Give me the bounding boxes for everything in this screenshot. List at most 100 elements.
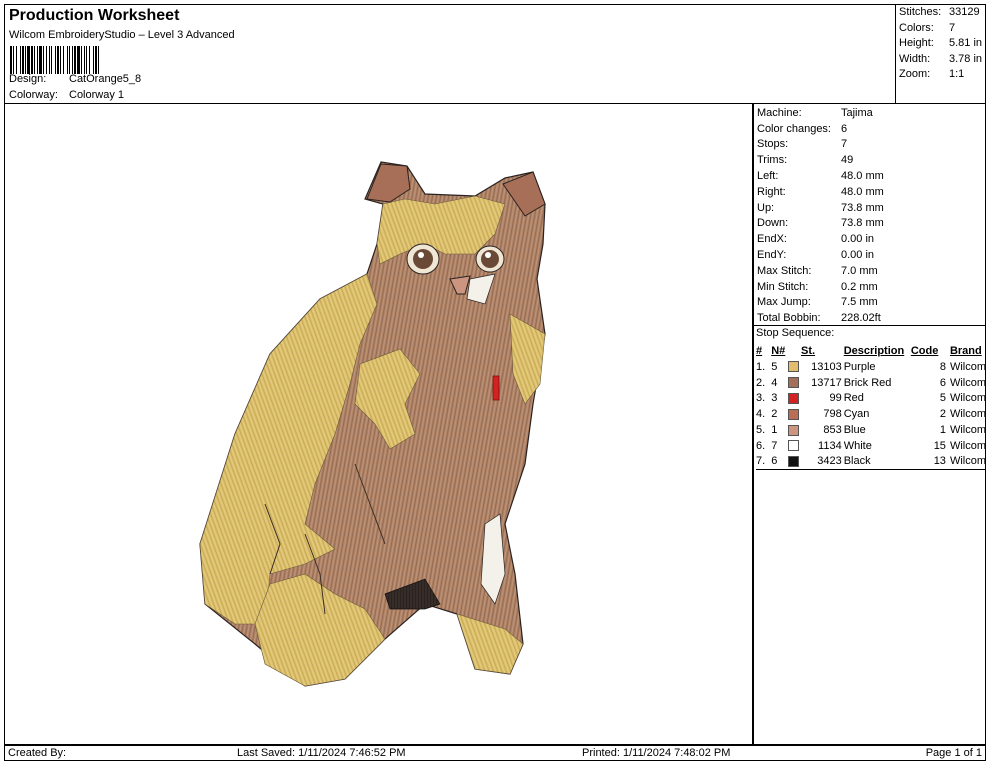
machine-label: Color changes:	[757, 122, 831, 135]
worksheet-header: Production Worksheet Wilcom EmbroiderySt…	[4, 4, 896, 104]
row-needle-cell: 4	[771, 375, 801, 391]
summary-row: Stitches: 33129	[899, 6, 985, 22]
machine-info: Machine: Tajima Color changes: 6 Stops: 7 T…	[754, 104, 985, 326]
machine-label: Left:	[757, 170, 779, 183]
machine-value: 228.02ft	[841, 312, 881, 325]
design-label: Design:	[9, 73, 47, 85]
summary-label: Colors:	[899, 21, 934, 34]
machine-value: 0.00 in	[841, 249, 875, 262]
machine-value: 48.0 mm	[841, 185, 884, 198]
row-needle: 2	[771, 408, 778, 421]
machine-label: Machine:	[757, 106, 802, 119]
table-row: 3. 3 99 Red 5 Wilcom	[756, 391, 986, 407]
row-index: 2.	[756, 376, 766, 389]
row-code: 8	[939, 360, 946, 373]
summary-label: Height:	[899, 37, 934, 50]
row-stitches: 13103	[811, 360, 842, 373]
row-description: White	[843, 439, 872, 452]
production-worksheet: Production Worksheet Wilcom EmbroiderySt…	[0, 0, 990, 762]
row-needle-cell: 6	[771, 454, 801, 470]
summary-row: Colors: 7	[899, 22, 985, 38]
row-code: 13	[933, 455, 946, 468]
row-stitches: 99	[829, 392, 842, 405]
machine-value: 7.0 mm	[841, 264, 878, 277]
row-brand: Wilcom	[949, 439, 986, 452]
summary-row: Width: 3.78 in	[899, 53, 985, 69]
color-swatch	[788, 393, 800, 405]
row-needle-cell: 7	[771, 438, 801, 454]
page-number: Page 1 of 1	[925, 747, 982, 759]
machine-value: 7.5 mm	[841, 296, 878, 309]
machine-row: Down: 73.8 mm	[757, 216, 985, 232]
machine-value: 7	[841, 138, 848, 151]
row-needle: 3	[771, 392, 778, 405]
row-brand: Wilcom	[949, 376, 986, 389]
table-row: 1. 5 13103 Purple 8 Wilcom	[756, 359, 986, 375]
color-swatch	[788, 424, 800, 436]
row-code: 1	[939, 424, 946, 437]
colorway-row: Colorway: Colorway 1	[9, 89, 124, 101]
machine-row: EndY: 0.00 in	[757, 247, 985, 263]
row-index: 4.	[756, 408, 766, 421]
embroidered-cat-image	[199, 161, 546, 687]
machine-label: EndX:	[757, 233, 787, 246]
row-index: 7.	[756, 455, 766, 468]
summary-row: Zoom: 1:1	[899, 68, 985, 84]
machine-value: 49	[841, 154, 854, 167]
machine-value: 73.8 mm	[841, 217, 884, 230]
row-description: Blue	[843, 424, 866, 437]
machine-value: 73.8 mm	[841, 201, 884, 214]
row-index: 3.	[756, 392, 766, 405]
barcode	[10, 46, 188, 74]
machine-label: Max Jump:	[757, 296, 811, 309]
machine-label: EndY:	[757, 249, 787, 262]
machine-row: Left: 48.0 mm	[757, 168, 985, 184]
row-description: Black	[843, 455, 871, 468]
summary-row: Height: 5.81 in	[899, 37, 985, 53]
page-title: Production Worksheet	[9, 7, 180, 24]
row-stitches: 13717	[811, 376, 842, 389]
machine-label: Trims:	[757, 154, 788, 167]
worksheet-footer: Created By: Last Saved: 1/11/2024 7:46:5…	[4, 745, 986, 761]
col-description: Description	[843, 345, 905, 357]
colorway-value: Colorway 1	[69, 89, 125, 101]
color-swatch	[788, 377, 800, 389]
stop-sequence: Stop Sequence: # N# St. Description Code…	[754, 326, 986, 471]
machine-row: Machine: Tajima	[757, 105, 985, 121]
design-row: Design: CatOrange5_8	[9, 73, 141, 85]
machine-value: 0.00 in	[841, 233, 875, 246]
row-stitches: 1134	[818, 439, 842, 452]
machine-value: Tajima	[841, 106, 873, 119]
row-brand: Wilcom	[949, 360, 986, 373]
row-needle-cell: 2	[771, 406, 801, 422]
row-code: 2	[939, 408, 946, 421]
printed-date: Printed: 1/11/2024 7:48:02 PM	[582, 747, 731, 759]
summary-value: 5.81 in	[949, 37, 983, 50]
barcode-bar	[99, 46, 101, 74]
created-by: Created By:	[8, 747, 67, 759]
machine-value: 0.2 mm	[841, 280, 878, 293]
color-swatch	[788, 361, 800, 373]
row-index: 5.	[756, 424, 766, 437]
design-summary: Stitches: 33129 Colors: 7 Height: 5.81 in W…	[895, 4, 986, 104]
machine-row: Max Stitch: 7.0 mm	[757, 263, 985, 279]
table-row: 6. 7 1134 White 15 Wilcom	[756, 438, 986, 454]
design-value: CatOrange5_8	[69, 73, 142, 85]
color-swatch	[788, 408, 800, 420]
col-needle: N#	[771, 345, 786, 357]
row-brand: Wilcom	[949, 408, 986, 421]
machine-value: 6	[841, 122, 848, 135]
row-code: 5	[939, 392, 946, 405]
summary-label: Zoom:	[899, 68, 931, 81]
row-stitches: 853	[823, 424, 842, 437]
row-index: 1.	[756, 360, 766, 373]
table-header-row: # N# St. Description Code Brand	[756, 343, 986, 359]
col-index: #	[756, 345, 763, 357]
row-stitches: 3423	[817, 455, 842, 468]
info-panel: Machine: Tajima Color changes: 6 Stops: 7 T…	[753, 104, 986, 745]
table-row: 2. 4 13717 Brick Red 6 Wilcom	[756, 375, 986, 391]
machine-row: Stops: 7	[757, 137, 985, 153]
machine-label: Stops:	[757, 138, 789, 151]
machine-label: Total Bobbin:	[757, 312, 821, 325]
machine-row: Trims: 49	[757, 152, 985, 168]
